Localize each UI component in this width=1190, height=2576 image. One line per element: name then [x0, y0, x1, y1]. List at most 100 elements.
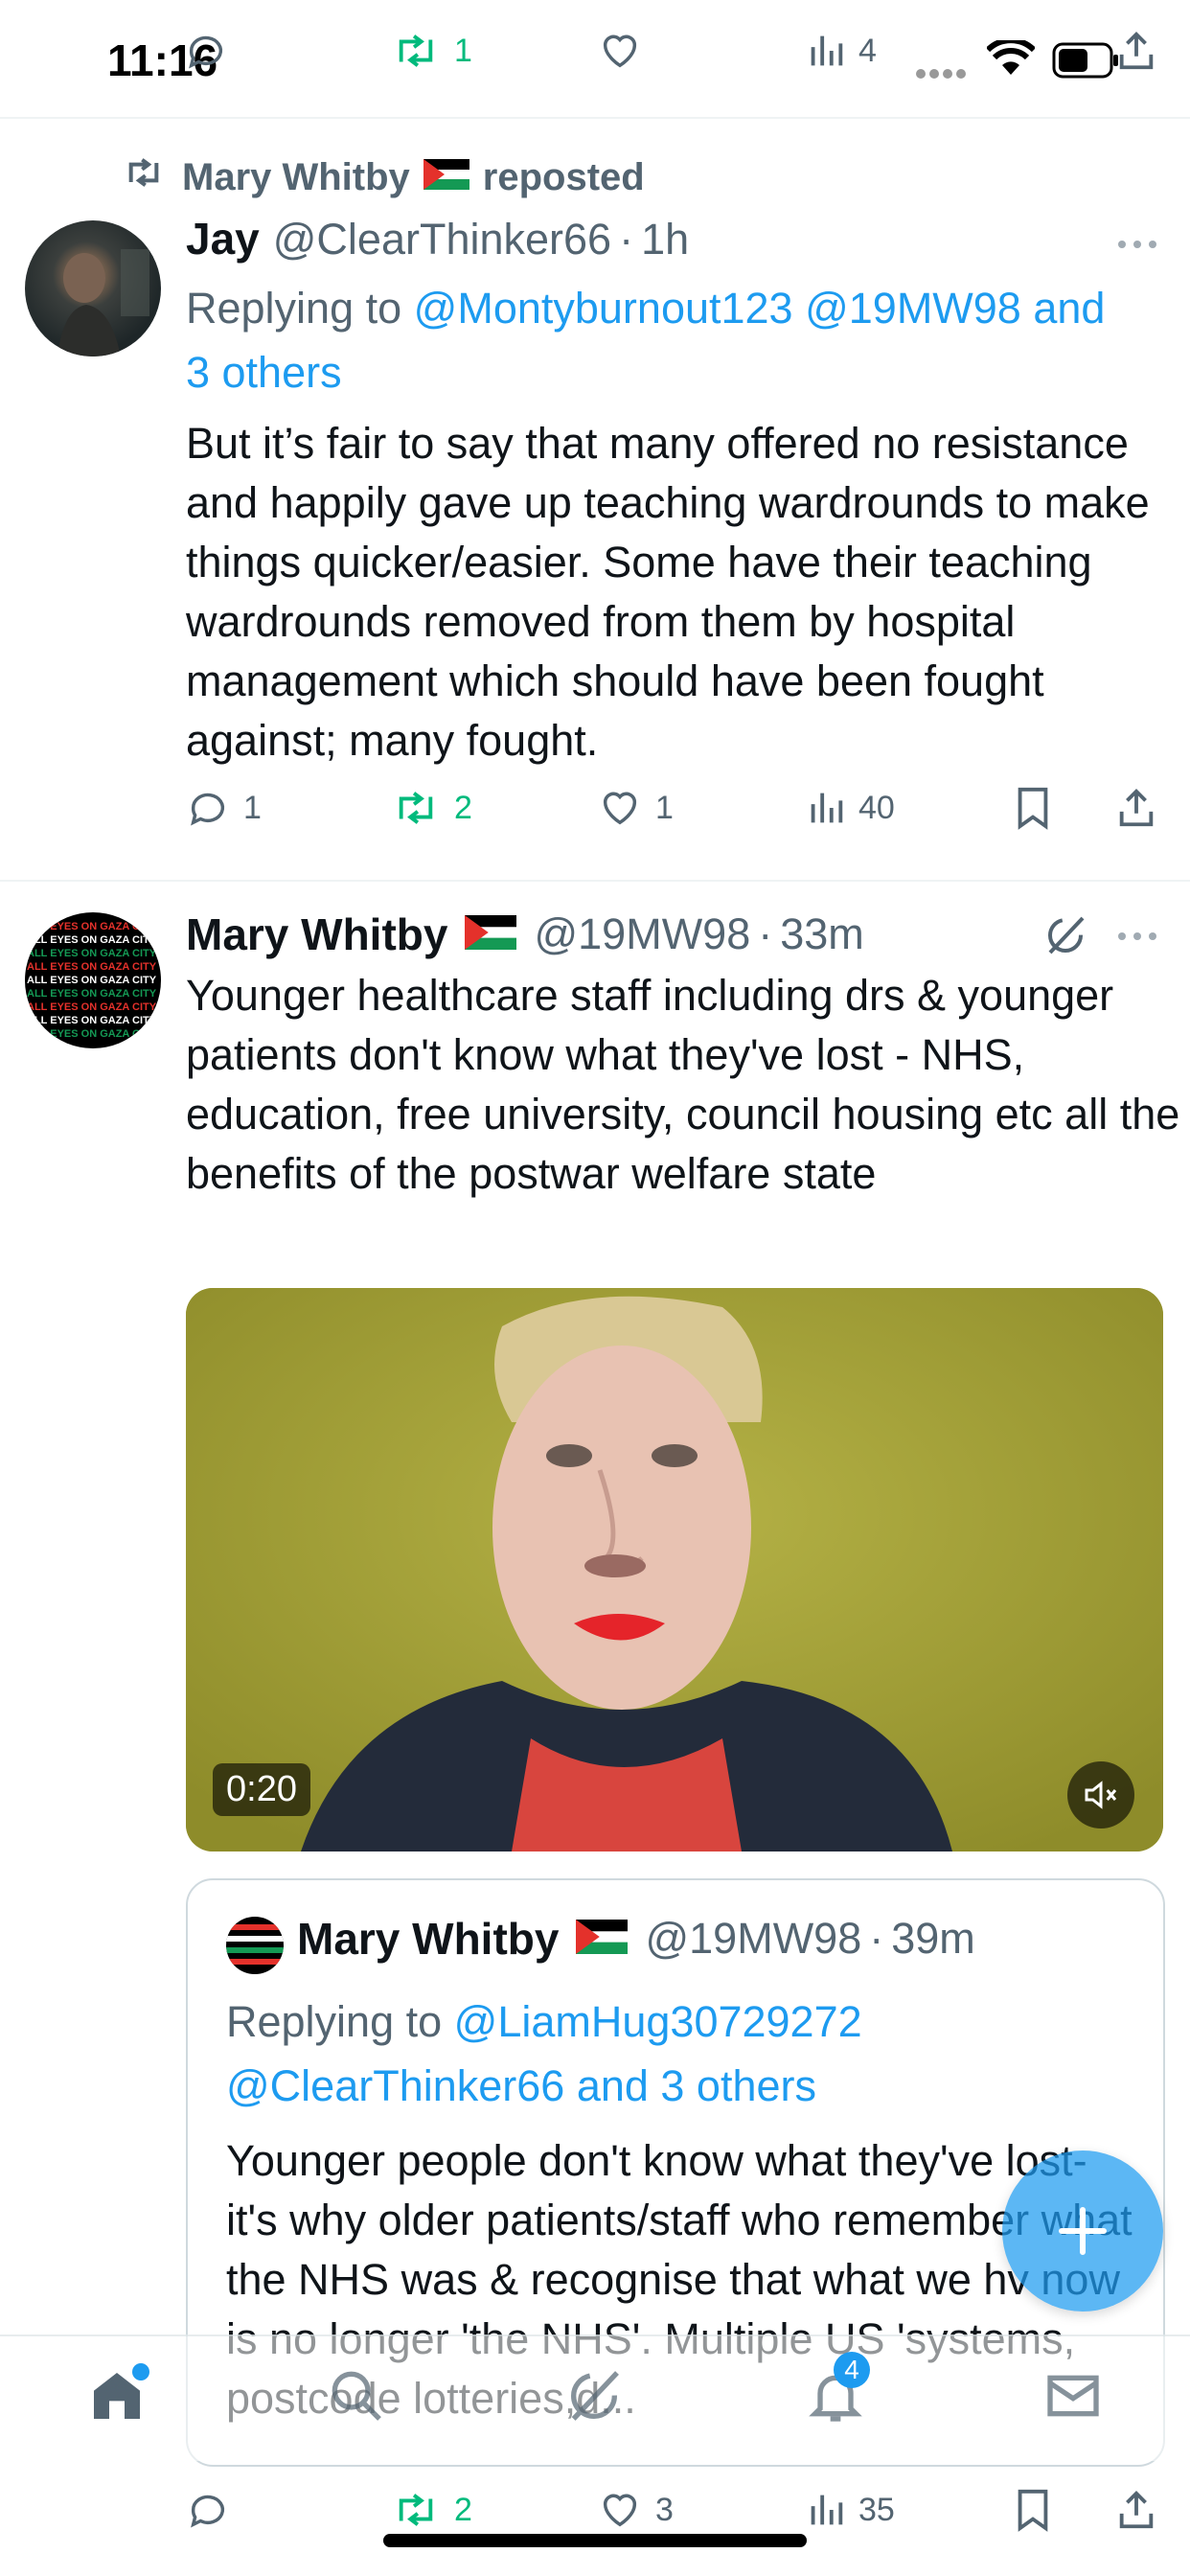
author-name[interactable]: Mary Whitby [186, 908, 447, 960]
divider [0, 117, 1190, 119]
nav-grok[interactable] [563, 2365, 625, 2431]
like-button[interactable]: 3 [598, 2488, 674, 2532]
svg-text:ALL EYES ON GAZA CITY: ALL EYES ON GAZA CITY [27, 975, 157, 986]
grok-icon[interactable] [1042, 912, 1088, 963]
reply-icon [186, 786, 230, 830]
views-icon [807, 786, 845, 830]
palestine-flag-icon [465, 914, 517, 954]
video-player[interactable]: 0:20 [186, 1288, 1163, 1852]
quoted-header: Mary Whitby @19MW98 · 39m [297, 1913, 1140, 1965]
plus-icon [1059, 2207, 1107, 2255]
search-icon [332, 2371, 381, 2421]
views-button[interactable]: 40 [807, 786, 895, 830]
heart-icon [598, 786, 642, 830]
svg-text:ALL EYES ON GAZA CITY: ALL EYES ON GAZA CITY [27, 921, 157, 932]
bookmark-button[interactable] [1014, 2488, 1065, 2532]
repost-suffix: reposted [482, 155, 645, 198]
avatar[interactable]: ALL EYES ON GAZA CITY ALL EYES ON GAZA C… [25, 912, 161, 1048]
author-name: Mary Whitby [297, 1914, 560, 1964]
video-duration: 0:20 [213, 1763, 310, 1816]
like-count: 3 [655, 2491, 674, 2528]
nav-search[interactable] [326, 2365, 387, 2431]
grok-icon [571, 2371, 619, 2421]
retweet-icon [391, 2488, 441, 2532]
palestine-flag-icon [576, 1919, 629, 1959]
heart-icon [598, 2488, 642, 2532]
heart-icon [598, 29, 642, 73]
retweet-small-icon [123, 153, 165, 201]
author-handle: @19MW98 [645, 1914, 862, 1963]
views-button[interactable]: 4 [807, 29, 877, 73]
reply-button[interactable] [184, 29, 241, 73]
views-button[interactable]: 35 [807, 2488, 895, 2532]
author-handle[interactable]: @ClearThinker66 [273, 215, 611, 264]
home-unread-dot [132, 2363, 149, 2380]
like-button[interactable] [598, 29, 655, 73]
replying-to: Replying to @Montyburnout123 @19MW98 and… [186, 276, 1173, 404]
bookmark-icon [1014, 2488, 1052, 2532]
home-indicator [383, 2534, 807, 2547]
author-name[interactable]: Jay [186, 213, 260, 264]
avatar [226, 1917, 284, 1974]
retweet-icon [391, 29, 441, 73]
tweet-text: Younger healthcare staff including drs &… [186, 971, 1180, 1198]
separator-dot: · [869, 1914, 884, 1963]
repost-user: Mary Whitby [182, 155, 410, 198]
nav-notifications[interactable]: 4 [805, 2352, 870, 2431]
reply-count: 1 [243, 789, 262, 826]
nav-messages[interactable] [1042, 2365, 1104, 2431]
reply-button[interactable] [186, 2488, 243, 2532]
separator-dot: · [619, 215, 634, 264]
share-button[interactable] [1115, 786, 1171, 830]
replying-label: Replying to [186, 284, 402, 333]
tweet-time: 33m [780, 909, 864, 958]
mail-icon [1047, 2375, 1099, 2417]
bookmark-button[interactable] [1014, 786, 1065, 830]
share-button[interactable] [1115, 29, 1171, 73]
more-options-icon[interactable] [1116, 930, 1158, 947]
palestine-flag-icon [423, 156, 469, 199]
svg-text:ALL EYES ON GAZA CITY: ALL EYES ON GAZA CITY [27, 934, 157, 946]
separator-dot: · [758, 909, 773, 958]
views-count: 4 [858, 32, 877, 69]
nav-home[interactable] [86, 2363, 149, 2431]
like-count: 1 [655, 789, 674, 826]
author-handle[interactable]: @19MW98 [534, 909, 750, 959]
retweet-count: 2 [454, 2491, 472, 2528]
like-button[interactable]: 1 [598, 786, 674, 830]
reply-button[interactable]: 1 [186, 786, 262, 830]
views-count: 35 [858, 2491, 895, 2528]
reply-icon [186, 2488, 230, 2532]
svg-text:ALL EYES ON GAZA CITY: ALL EYES ON GAZA CITY [27, 1015, 157, 1026]
tweet-text: But it’s fair to say that many offered n… [186, 419, 1150, 765]
retweet-button[interactable]: 2 [391, 786, 472, 830]
svg-text:ALL EYES ON GAZA CITY: ALL EYES ON GAZA CITY [27, 1028, 157, 1040]
compose-button[interactable] [1002, 2150, 1163, 2312]
replying-others-link[interactable]: 3 others [186, 348, 342, 397]
reply-icon [184, 29, 228, 73]
replying-users-link[interactable]: @Montyburnout123 @19MW98 and [414, 284, 1106, 333]
tweet-time: 39m [891, 1914, 975, 1963]
repost-banner[interactable]: Mary Whitby reposted [123, 153, 645, 201]
more-options-icon[interactable] [1116, 238, 1158, 255]
avatar[interactable] [25, 220, 161, 356]
svg-text:ALL EYES ON GAZA CITY: ALL EYES ON GAZA CITY [27, 988, 157, 1000]
notifications-badge: 4 [834, 2352, 870, 2388]
tweet1-actions: 1 2 1 40 [0, 786, 1190, 843]
share-icon [1115, 2488, 1157, 2532]
mute-icon[interactable] [1067, 1761, 1134, 1828]
bottom-nav: 4 [0, 2334, 1190, 2461]
replying-others-link[interactable]: @ClearThinker66 and 3 others [226, 2061, 816, 2110]
views-count: 40 [858, 789, 895, 826]
retweet-button[interactable]: 2 [391, 2488, 472, 2532]
svg-text:ALL EYES ON GAZA CITY: ALL EYES ON GAZA CITY [27, 961, 157, 973]
divider [0, 880, 1190, 882]
replying-users-link[interactable]: @LiamHug30729272 [454, 1997, 862, 2046]
share-icon [1115, 786, 1157, 830]
views-icon [807, 2488, 845, 2532]
tweet2-header: Mary Whitby @19MW98 · 33m [186, 906, 1048, 963]
share-button[interactable] [1115, 2488, 1171, 2532]
bookmark-icon [1014, 786, 1052, 830]
retweet-button[interactable]: 1 [391, 29, 472, 73]
replying-to: Replying to @LiamHug30729272 @ClearThink… [226, 1990, 1146, 2118]
